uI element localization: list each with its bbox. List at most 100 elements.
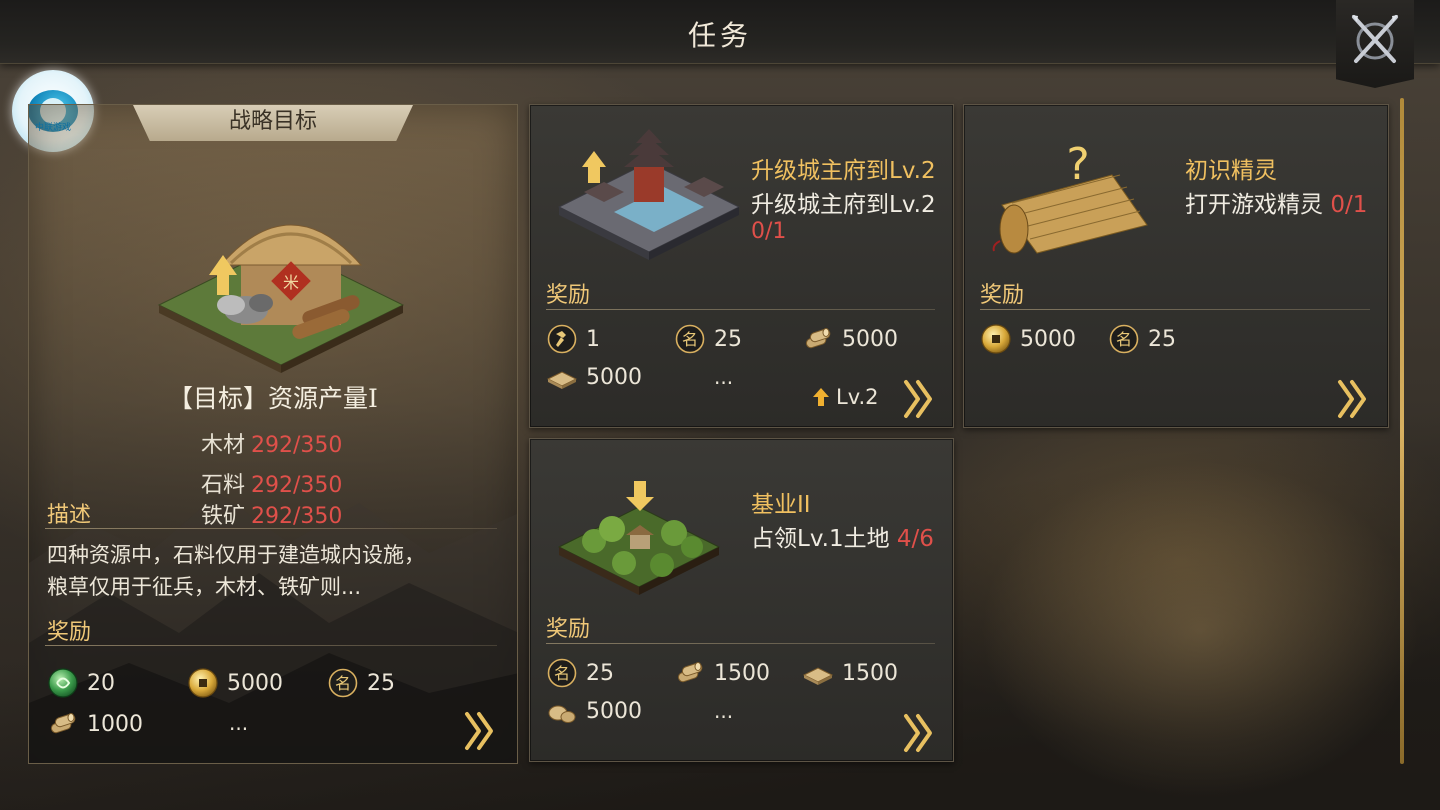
quest-description: 升级城主府到Lv.2 [751, 192, 936, 218]
fame-icon [546, 657, 578, 689]
resource-progress: 292/350 [251, 433, 343, 458]
resource-name: 木材 [201, 433, 246, 458]
reward-item: 1500 [674, 657, 770, 689]
resource-progress: 292/350 [251, 473, 343, 498]
divider [546, 309, 935, 310]
quest-card-upgrade-mansion[interactable]: 升级城主府到Lv.2 升级城主府到Lv.2 0/1 奖励 1 25 5000 5… [529, 104, 954, 428]
reward-value: 1500 [842, 660, 898, 686]
more-rewards: ... [714, 365, 734, 389]
scrollbar[interactable] [1400, 98, 1404, 764]
resource-name: 铁矿 [201, 504, 246, 529]
wood-icon [674, 657, 706, 689]
description-label: 描述 [47, 503, 92, 528]
divider [45, 645, 497, 646]
reward-value: 25 [1148, 326, 1176, 352]
level-up-arrow-icon [813, 388, 829, 406]
reward-item: 20 [47, 667, 115, 699]
svg-text:?: ? [1066, 145, 1089, 190]
reward-item: 5000 [980, 323, 1076, 355]
background-scroll [980, 460, 1420, 800]
chevron-right-icon[interactable] [1336, 379, 1372, 419]
resource-name: 石料 [201, 473, 246, 498]
reward-value: 5000 [842, 326, 898, 352]
iron-icon [546, 361, 578, 393]
svg-text:米: 米 [283, 273, 299, 292]
more-rewards: ... [229, 711, 249, 735]
iron-icon [802, 657, 834, 689]
granary-building-icon: 米 [157, 224, 405, 373]
resource-progress: 292/350 [251, 504, 343, 529]
stone-icon [546, 695, 578, 727]
fame-icon [674, 323, 706, 355]
strategic-goal-panel[interactable]: 战略目标 米 【目标】资源产量I 木材 292/350 石料 292/350 描述 … [28, 104, 518, 764]
quest-description-text: 占领Lv.1土地 [751, 526, 890, 552]
reward-value: 25 [714, 326, 742, 352]
description-line: 粮草仅用于征兵，木材、铁矿则... [47, 575, 362, 599]
window-title: 任务 [687, 19, 752, 52]
reward-value: 5000 [586, 364, 642, 390]
reward-item: 25 [327, 667, 395, 699]
quest-progress: 4/6 [896, 526, 934, 552]
reward-label: 奖励 [980, 283, 1025, 308]
bamboo-scroll-icon: ? [992, 145, 1148, 254]
quest-title: 升级城主府到Lv.2 [751, 158, 936, 184]
reward-item: 1500 [802, 657, 898, 689]
logo-text: 中联游戏 [34, 122, 71, 133]
reward-item: 1 [546, 323, 600, 355]
reward-value: 5000 [227, 670, 283, 696]
fame-icon [1108, 323, 1140, 355]
reward-item: 5000 [802, 323, 898, 355]
reward-item: 5000 [546, 361, 642, 393]
level-tag: Lv.2 [836, 385, 879, 409]
fame-icon [327, 667, 359, 699]
reward-item: 1000 [47, 708, 143, 740]
quest-title: 基业II [751, 492, 811, 518]
resource-stone: 石料 292/350 [201, 467, 342, 499]
reward-item: 25 [1108, 323, 1176, 355]
reward-value: 5000 [586, 698, 642, 724]
description-text: 四种资源中，石料仅用于建造城内设施， 粮草仅用于征兵，木材、铁矿则... [47, 539, 497, 603]
wood-icon [47, 708, 79, 740]
chevron-right-icon[interactable] [902, 379, 938, 419]
description-line: 四种资源中，石料仅用于建造城内设施， [47, 543, 425, 567]
copper-coin-icon [980, 323, 1012, 355]
reward-value: 1 [586, 326, 600, 352]
quest-description-text: 打开游戏精灵 [1185, 192, 1323, 218]
goal-title: 【目标】资源产量I [168, 384, 378, 413]
more-rewards: ... [714, 699, 734, 723]
level-requirement: Lv.2 [812, 385, 879, 409]
reward-value: 5000 [1020, 326, 1076, 352]
reward-value: 25 [367, 670, 395, 696]
divider [546, 643, 935, 644]
hammer-icon [546, 323, 578, 355]
resource-iron: 铁矿 292/350 [201, 498, 342, 530]
quest-card-game-sprite[interactable]: ? 初识精灵 打开游戏精灵 0/1 奖励 5000 25 [963, 104, 1389, 428]
strategic-goal-tab: 战略目标 [133, 105, 413, 141]
chevron-right-icon[interactable] [463, 711, 499, 751]
reward-label: 奖励 [546, 617, 591, 642]
resource-wood: 木材 292/350 [201, 427, 342, 459]
reward-item: 25 [674, 323, 742, 355]
quest-description: 打开游戏精灵 0/1 [1185, 185, 1367, 219]
reward-value: 25 [586, 660, 614, 686]
reward-value: 1000 [87, 711, 143, 737]
divider [980, 309, 1370, 310]
quest-description: 占领Lv.1土地 4/6 [751, 519, 934, 553]
quest-progress: 0/1 [751, 219, 787, 244]
crossed-swords-close-icon [1352, 15, 1398, 63]
close-button[interactable] [1336, 0, 1414, 88]
reward-value: 20 [87, 670, 115, 696]
city-mansion-icon [557, 129, 741, 260]
quest-progress: 0/1 [1330, 192, 1368, 218]
divider [45, 528, 497, 529]
wood-icon [802, 323, 834, 355]
quest-title: 初识精灵 [1185, 158, 1277, 184]
copper-coin-icon [187, 667, 219, 699]
chevron-right-icon[interactable] [902, 713, 938, 753]
quest-card-foundation[interactable]: 基业II 占领Lv.1土地 4/6 奖励 25 1500 1500 5000 .… [529, 438, 954, 762]
territory-land-icon [557, 481, 721, 595]
reward-value: 1500 [714, 660, 770, 686]
title-bar: 任务 [0, 0, 1440, 64]
reward-item: 25 [546, 657, 614, 689]
reward-item: 5000 [187, 667, 283, 699]
